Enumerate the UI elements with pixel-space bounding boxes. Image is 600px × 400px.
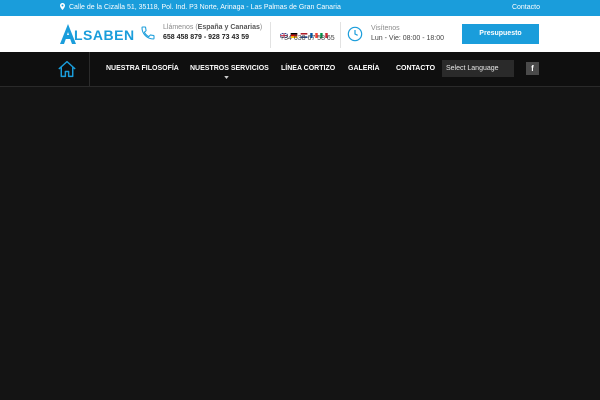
call-paren-close: ) xyxy=(259,24,263,31)
top-bar: Calle de la Cizalla 51, 35118, Pol. Ind.… xyxy=(0,0,600,16)
international-phone[interactable]: +34 638 67 58 65 xyxy=(280,35,335,42)
nav-item-contacto[interactable]: CONTACTO xyxy=(396,52,435,86)
call-region: España y Canarias xyxy=(197,24,260,31)
header-divider xyxy=(270,22,271,48)
hero-area xyxy=(0,87,600,400)
caret-down-icon xyxy=(224,76,229,79)
flag-it-icon[interactable] xyxy=(320,25,328,38)
contact-link[interactable]: Contacto xyxy=(512,0,540,16)
phone-icon xyxy=(141,26,155,40)
language-select[interactable]: Select Language xyxy=(442,60,514,77)
presupuesto-button[interactable]: Presupuesto xyxy=(462,24,539,44)
call-phones[interactable]: 658 458 879 - 928 73 43 59 xyxy=(163,34,249,41)
facebook-icon[interactable]: f xyxy=(526,62,539,75)
visit-hours: Lun - Vie: 08:00 - 18:00 xyxy=(371,35,445,42)
home-icon[interactable] xyxy=(57,60,77,78)
clock-icon xyxy=(347,26,363,42)
call-label-text: Llámenos xyxy=(163,24,194,31)
nav-item-servicios[interactable]: NUESTROS SERVICIOS xyxy=(190,52,269,86)
address: Calle de la Cizalla 51, 35118, Pol. Ind.… xyxy=(60,0,341,16)
call-label: Llámenos (España y Canarias) xyxy=(163,24,262,31)
logo[interactable]: LSABEN xyxy=(60,24,138,46)
visit-title: Visítenos xyxy=(371,25,400,32)
nav-item-galeria[interactable]: GALERÍA xyxy=(348,52,380,86)
flag-fr-icon[interactable] xyxy=(310,25,318,38)
header: LSABEN Llámenos (España y Canarias) 658 … xyxy=(0,16,600,52)
logo-text: LSABEN xyxy=(74,27,135,43)
nav-item-linea-cortizo[interactable]: LÍNEA CORTIZO xyxy=(281,52,335,86)
address-text: Calle de la Cizalla 51, 35118, Pol. Ind.… xyxy=(69,4,341,11)
flag-nl-icon[interactable] xyxy=(300,25,308,38)
flag-en-icon[interactable] xyxy=(279,25,289,39)
header-divider xyxy=(340,22,341,48)
map-marker-icon xyxy=(60,3,65,10)
nav-item-filosofia[interactable]: NUESTRA FILOSOFÍA xyxy=(106,52,179,86)
flag-de-icon[interactable] xyxy=(290,25,298,38)
nav-divider xyxy=(89,52,90,86)
